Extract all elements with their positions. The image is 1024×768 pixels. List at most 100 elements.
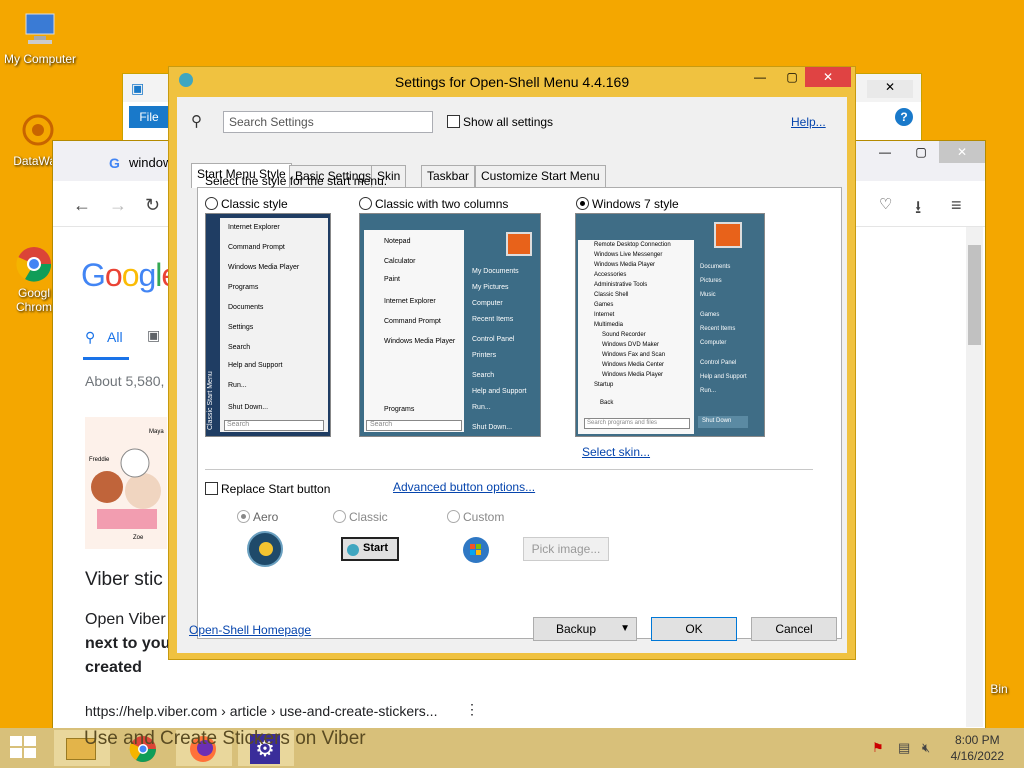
select-skin-link[interactable]: Select skin... [582,445,650,459]
preview-shutdown: Shut Down [702,418,732,424]
browser-scrollbar[interactable] [966,227,983,727]
aero-button-label: Aero [253,510,279,524]
network-icon[interactable]: ▤ [898,740,910,756]
pick-image-button[interactable]: Pick image... [523,537,609,561]
search-settings-input[interactable]: Search Settings [223,111,433,133]
classic-style-preview[interactable]: Classic Start Menu Internet Explorer Com… [205,213,331,437]
image-caption: Zoe [133,535,144,541]
minimize-icon[interactable]: — [747,67,773,87]
result-thumbnail[interactable]: Freddie Maya Zoe [85,417,167,549]
preview-item: Internet [594,312,615,318]
cancel-button[interactable]: Cancel [751,617,837,641]
more-options-icon[interactable]: ⋮ [465,701,479,718]
google-favicon-icon: G [109,155,120,171]
preview-item: Windows Media Player [228,264,300,271]
settings-dialog: Settings for Open-Shell Menu 4.4.169 — ▢… [168,66,856,660]
preview-item: Startup [594,382,614,388]
preview-item: Help and Support [700,374,747,380]
backup-label: Backup [556,622,597,636]
tab-all[interactable]: All [107,329,123,345]
show-all-settings-checkbox[interactable] [447,115,460,128]
classic-start-text: Start [363,542,389,554]
preview-item: Command Prompt [228,244,285,251]
clock-date: 4/16/2022 [950,749,1004,763]
preview-item: Classic Shell [594,292,629,298]
preview-item: Windows Media Player [594,262,656,268]
tab-customize-start-menu[interactable]: Customize Start Menu [475,165,606,187]
pocket-icon[interactable]: ♡ [879,195,892,213]
preview-item: Documents [228,304,264,311]
preview-item: Remote Desktop Connection [594,242,671,248]
windows7-style-radio[interactable] [576,197,589,210]
two-columns-style-radio[interactable] [359,197,372,210]
preview-item: Search [472,372,495,379]
aero-button-radio[interactable] [237,510,250,523]
close-icon[interactable]: ✕ [805,67,851,87]
windows-start-icon[interactable] [10,736,38,760]
preview-search: Search [370,421,393,428]
classic-button-radio[interactable] [333,510,346,523]
download-icon[interactable]: ⭳ [915,195,921,225]
maximize-icon[interactable]: ▢ [779,67,805,87]
preview-item: Control Panel [472,336,515,343]
google-logo[interactable]: Google [81,257,179,294]
preview-search: Search programs and files [587,420,658,426]
clock-time: 8:00 PM [954,733,1000,747]
replace-start-button-checkbox[interactable] [205,482,218,495]
image-caption: Freddie [89,457,110,463]
preview-item: Music [700,292,716,298]
two-columns-style-preview[interactable]: Notepad Calculator Paint Internet Explor… [359,213,541,437]
aero-start-orb-icon [247,531,283,567]
forward-arrow-icon[interactable]: → [109,195,127,216]
menu-icon[interactable]: ≡ [951,195,962,216]
scrollbar-thumb[interactable] [968,245,981,345]
result-title[interactable]: Viber stic [85,569,163,591]
preview-search: Search [227,421,250,428]
windows7-style-preview[interactable]: Remote Desktop Connection Windows Live M… [575,213,765,437]
result-snippet: created [85,659,142,676]
action-center-flag-icon[interactable]: ⚑ [872,740,884,756]
preview-item: Documents [700,264,731,270]
classic-button-label: Classic [349,510,388,524]
tab-taskbar[interactable]: Taskbar [421,165,476,187]
classic-start-button-preview: Start [341,537,399,561]
windows-logo-icon [463,537,489,563]
windows7-style-label: Windows 7 style [592,197,679,211]
custom-button-radio[interactable] [447,510,460,523]
classic-style-radio[interactable] [205,197,218,210]
section-divider [205,469,813,470]
desktop-icon-my-computer[interactable]: My Computer [0,10,80,66]
dropdown-arrow-icon: ▼ [620,623,630,634]
open-shell-homepage-link[interactable]: Open-Shell Homepage [189,623,311,637]
preview-item: Control Panel [700,360,737,366]
help-icon[interactable]: ? [895,108,913,126]
explorer-file-tab[interactable]: File [129,106,169,128]
clock[interactable]: 8:00 PM 4/16/2022 [951,732,1004,764]
close-icon[interactable]: ✕ [939,141,985,163]
computer-icon [20,10,60,50]
chrome-icon [14,230,54,282]
ok-button[interactable]: OK [651,617,737,641]
result-next-title[interactable]: Use and Create Stickers on Viber [84,728,366,750]
close-icon[interactable]: ✕ [867,80,913,98]
preview-item: Computer [700,340,727,346]
minimize-icon[interactable]: — [867,141,903,163]
back-arrow-icon[interactable]: ← [73,195,91,216]
preview-item: Help and Support [472,388,527,395]
browser-tab-title[interactable]: window [129,155,172,170]
open-shell-shell-icon [347,544,359,556]
preview-item: Pictures [700,278,722,284]
image-caption: Maya [149,429,164,435]
advanced-button-options-link[interactable]: Advanced button options... [393,480,535,494]
preview-item: Windows Media Player [602,372,664,378]
preview-item: Recent Items [472,316,514,323]
preview-item: Printers [472,352,497,359]
volume-muted-icon[interactable]: 🔇︎ [922,740,930,756]
result-url[interactable]: https://help.viber.com › article › use-a… [85,703,437,719]
images-icon[interactable]: ▣ [147,327,160,344]
maximize-icon[interactable]: ▢ [903,141,939,163]
reload-icon[interactable]: ↻ [145,195,160,216]
preview-item: Computer [472,300,503,307]
help-link[interactable]: Help... [791,115,826,129]
backup-button[interactable]: Backup ▼ [533,617,637,641]
